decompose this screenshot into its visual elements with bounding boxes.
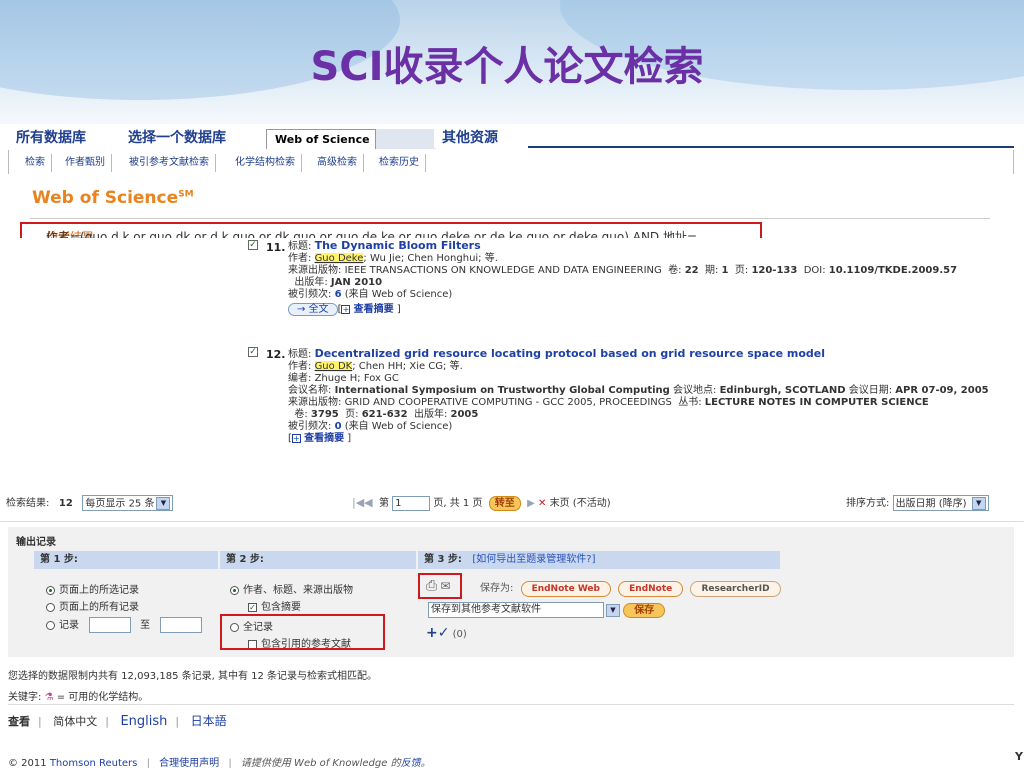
radio-selected-records[interactable]: 页面上的所选记录 xyxy=(46,581,139,596)
full-record-highlight xyxy=(220,614,385,650)
record-11-checkbox[interactable]: ✓ xyxy=(248,240,258,250)
next-icon[interactable]: ▶ xyxy=(527,498,535,509)
record-12-cited-count[interactable]: 0 xyxy=(335,421,342,432)
researcherid-button[interactable]: ResearcherID xyxy=(690,581,781,597)
database-tabs: 所有数据库 选择一个数据库 Web of Science 其他资源 xyxy=(8,126,1014,149)
step2-header: 第 2 步: xyxy=(220,551,416,569)
checkbox-include-abstract[interactable]: ✓ 包含摘要 xyxy=(248,598,301,613)
per-page-select[interactable]: 每页显示 25 条 ▼ xyxy=(82,495,174,511)
endnote-web-button[interactable]: EndNote Web xyxy=(520,581,611,597)
tab-web-of-science[interactable]: Web of Science xyxy=(266,129,376,149)
endnote-button[interactable]: EndNote xyxy=(618,581,684,597)
lang-english[interactable]: English xyxy=(120,714,167,729)
fulltext-button[interactable]: → 全文 xyxy=(288,303,338,316)
record-11-number: 11. xyxy=(266,241,286,254)
copyright-line: © 2011 Thomson Reuters | 合理使用声明 | 请提供使用 … xyxy=(8,758,431,768)
add-marked-icon[interactable]: +✓ xyxy=(426,625,449,641)
thomson-reuters-link[interactable]: Thomson Reuters xyxy=(50,758,138,768)
chevron-down-icon: ▼ xyxy=(606,603,620,617)
search-summary-highlight: 检索结果 作者=(guo d k or guo dk or d k guo or… xyxy=(20,222,762,238)
slide-header: SCI收录个人论文检索 xyxy=(0,0,1024,124)
page-number-input[interactable]: 1 xyxy=(392,495,431,511)
terms-link[interactable]: 合理使用声明 xyxy=(159,758,219,768)
wos-brand: Web of ScienceSM xyxy=(32,188,194,208)
sort-select[interactable]: 出版日期 (降序) ▼ xyxy=(892,495,989,511)
key-line: 关键字: ⚗ = 可用的化学结构。 xyxy=(8,692,149,703)
chevron-down-icon: ▼ xyxy=(971,497,986,510)
radio-record-range[interactable]: 记录 至 xyxy=(46,616,202,633)
database-limit-text: 您选择的数据限制内共有 12,093,185 条记录, 其中有 12 条记录与检… xyxy=(8,671,378,682)
record-12-author-highlight[interactable]: Guo DK xyxy=(314,361,353,372)
record-from-input[interactable] xyxy=(88,617,131,633)
divider xyxy=(30,218,990,219)
tab-other-resources[interactable]: 其他资源 xyxy=(434,128,528,148)
results-bar: 检索结果: 12 每页显示 25 条 ▼ |◀◀ 第 1 页, 共 1 页 转至 … xyxy=(0,484,1024,522)
wos-top-section: 所有数据库 选择一个数据库 Web of Science 其他资源 检索 作者甄… xyxy=(8,126,1014,238)
printer-icon[interactable]: ⎙ xyxy=(426,578,437,594)
record-12-checkbox[interactable]: ✓ xyxy=(248,347,258,357)
record-12-title[interactable]: Decentralized grid resource locating pro… xyxy=(315,347,825,360)
output-title: 输出记录 xyxy=(16,537,56,548)
expand-icon[interactable]: + xyxy=(291,434,301,443)
record-12: 标题: Decentralized grid resource locating… xyxy=(288,347,989,445)
step3-header: 第 3 步: [如何导出至题录管理软件?] xyxy=(418,551,780,569)
step1-header: 第 1 步: xyxy=(34,551,218,569)
last-page-label[interactable]: 末页 (不活动) xyxy=(550,498,611,509)
close-icon: ✕ xyxy=(538,498,547,509)
subtab-cited-ref-search[interactable]: 被引参考文献检索 xyxy=(123,154,216,172)
record-11-author-highlight[interactable]: Guo Deke xyxy=(314,253,364,264)
record-12-number: 12. xyxy=(266,348,286,361)
radio-all-records[interactable]: 页面上的所有记录 xyxy=(46,598,139,613)
footer-divider xyxy=(8,704,1014,705)
corner-text: Y xyxy=(1015,750,1023,763)
save-other-software-select[interactable]: 保存到其他参考文献软件 xyxy=(428,602,604,618)
expand-icon[interactable]: + xyxy=(341,305,351,314)
record-11-title[interactable]: The Dynamic Bloom Filters xyxy=(315,239,481,252)
lang-simplified-chinese[interactable]: 简体中文 xyxy=(53,715,97,728)
slide-title: SCI收录个人论文检索 xyxy=(310,44,704,90)
go-button[interactable]: 转至 xyxy=(488,496,521,511)
chem-structure-icon: ⚗ xyxy=(44,692,54,703)
subtab-author-finder[interactable]: 作者甄别 xyxy=(59,154,112,172)
export-help-link[interactable]: [如何导出至题录管理软件?] xyxy=(472,554,595,565)
save-button[interactable]: 保存 xyxy=(623,603,666,618)
tab-all-databases[interactable]: 所有数据库 xyxy=(8,128,120,148)
record-11-view-abstract[interactable]: 查看摘要 xyxy=(354,304,394,315)
subtab-search-history[interactable]: 检索历史 xyxy=(373,154,426,172)
subtab-advanced-search[interactable]: 高级检索 xyxy=(311,154,364,172)
tab-select-database[interactable]: 选择一个数据库 xyxy=(120,128,266,148)
record-to-input[interactable] xyxy=(159,617,202,633)
output-records-panel: 输出记录 第 1 步: 第 2 步: 第 3 步: [如何导出至题录管理软件?]… xyxy=(8,527,1014,657)
record-11: 标题: The Dynamic Bloom Filters 作者: Guo De… xyxy=(288,239,958,316)
sub-tabs: 检索 作者甄别 被引参考文献检索 化学结构检索 高级检索 检索历史 xyxy=(8,150,1014,174)
subtab-structure-search[interactable]: 化学结构检索 xyxy=(229,154,302,172)
feedback-link[interactable]: 反馈 xyxy=(401,758,421,768)
first-prev-icon[interactable]: |◀◀ xyxy=(352,496,373,509)
results-count: 12 xyxy=(58,498,73,509)
chevron-down-icon: ▼ xyxy=(156,497,171,510)
tab-slant xyxy=(376,129,436,149)
language-links: 查看 | 简体中文 | English | 日本語 xyxy=(8,714,227,729)
record-11-cited-count[interactable]: 6 xyxy=(335,289,342,300)
record-12-view-abstract[interactable]: 查看摘要 xyxy=(304,433,344,444)
subtab-search[interactable]: 检索 xyxy=(19,154,52,172)
radio-author-title-source[interactable]: 作者、标题、来源出版物 xyxy=(230,581,353,596)
email-icon[interactable]: ✉ xyxy=(440,579,450,593)
lang-japanese[interactable]: 日本語 xyxy=(191,714,227,728)
